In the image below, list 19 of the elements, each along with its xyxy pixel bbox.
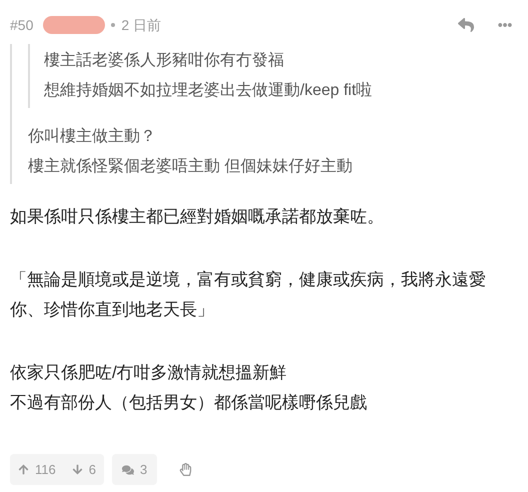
reply-icon — [458, 17, 474, 33]
speech-bubbles-icon — [122, 464, 134, 476]
upvote-button[interactable]: 116 — [18, 460, 56, 480]
bullet-icon — [111, 23, 116, 27]
body-text: 不過有部份人（包括男女）都係當呢樣嘢係兒戲 — [10, 392, 368, 414]
post-time: 2 日前 — [121, 16, 162, 34]
reply-button[interactable] — [458, 17, 474, 33]
body-text: 依家只係肥咗/冇咁多激情就想搵新鮮 — [10, 362, 288, 384]
body-text: 如果係咁只係樓主都已經對婚姻嘅承諾都放棄咗。 — [10, 206, 385, 228]
replies-button[interactable]: 3 — [112, 454, 158, 485]
quote-text: 想維持婚姻不如拉埋老婆出去做運動/keep fit啦 — [44, 80, 374, 101]
quote-text: 你叫樓主做主動？ — [28, 126, 157, 147]
floor-number: #50 — [10, 16, 34, 34]
body-text: 「無論是順境或是逆境，富有或貧窮，健康或疾病，我將永遠愛你、珍惜你直到地老天長」 — [10, 269, 487, 321]
quote-text: 樓主就係怪緊個老婆唔主動 但個妹妹仔好主動 — [28, 156, 354, 177]
arrow-down-icon — [72, 464, 83, 475]
arrow-up-icon — [18, 464, 29, 475]
quote-text: 樓主話老婆係人形豬咁你有冇發福 — [44, 50, 285, 71]
downvote-button[interactable]: 6 — [72, 460, 96, 480]
